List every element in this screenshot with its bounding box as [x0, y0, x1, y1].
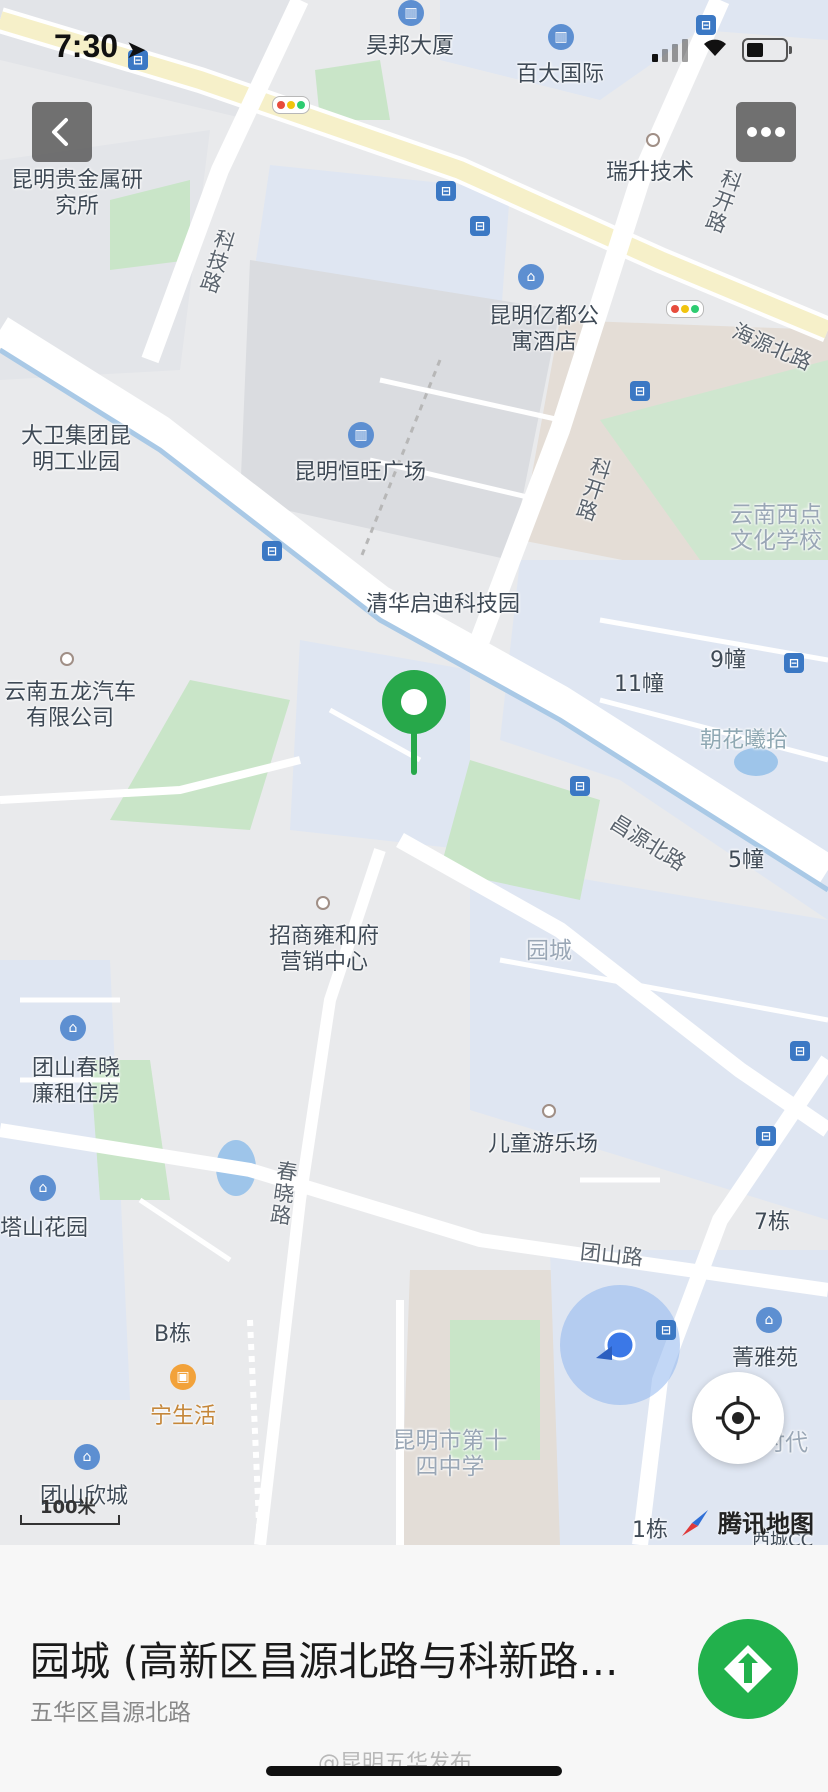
map-scale: 100米 — [20, 1493, 120, 1527]
chevron-left-icon — [52, 118, 68, 146]
building-icon: ▥ — [348, 422, 374, 448]
more-dots-icon — [747, 127, 785, 137]
route-icon — [724, 1645, 772, 1693]
residence-icon: ⌂ — [60, 1015, 86, 1041]
traffic-light-icon — [666, 300, 704, 318]
map-label[interactable]: B栋 — [154, 1322, 191, 1348]
hotel-icon: ⌂ — [518, 264, 544, 290]
map-label[interactable]: 塔山花园 — [0, 1216, 88, 1242]
map-label[interactable]: 云南西点文化学校 — [724, 502, 828, 554]
bus-stop-icon: ⊟ — [262, 541, 282, 561]
residence-icon: ⌂ — [30, 1175, 56, 1201]
map-label[interactable]: 大卫集团昆明工业园 — [16, 424, 136, 476]
map-label[interactable]: 9幢 — [710, 648, 746, 674]
location-arrow-icon: ➤ — [126, 37, 146, 62]
brand-label: 腾讯地图 — [718, 1510, 814, 1538]
bus-stop-icon: ⊟ — [470, 216, 490, 236]
bus-stop-icon: ⊟ — [630, 381, 650, 401]
map-label[interactable]: 瑞升技术 — [606, 160, 694, 186]
poi-dot — [60, 652, 74, 666]
back-button[interactable] — [32, 102, 92, 162]
map-label[interactable]: 昆明恒旺广场 — [294, 460, 426, 486]
place-title: 园城 (高新区昌源北路与科新路… — [30, 1639, 619, 1685]
bus-stop-icon: ⊟ — [790, 1041, 810, 1061]
bus-stop-icon: ⊟ — [656, 1320, 676, 1340]
navigate-button[interactable] — [698, 1619, 798, 1719]
status-bar: 7:30 ➤ — [0, 0, 828, 100]
bus-stop-icon: ⊟ — [756, 1126, 776, 1146]
map-label[interactable]: 园城 — [526, 938, 572, 964]
map-label[interactable]: 7栋 — [754, 1210, 790, 1236]
map-label[interactable]: 昆明亿都公寓酒店 — [484, 304, 604, 356]
map-label[interactable]: 儿童游乐场 — [488, 1132, 598, 1158]
place-info-panel: 园城 (高新区昌源北路与科新路… 五华区昌源北路 @昆明五华发布 — [0, 1545, 828, 1792]
map-label[interactable]: 1栋 — [632, 1518, 668, 1544]
map-label[interactable]: 昆明贵金属研究所 — [6, 168, 148, 220]
residence-icon: ⌂ — [74, 1444, 100, 1470]
map-label[interactable]: 菁雅苑 — [732, 1346, 798, 1372]
map-label[interactable]: 清华启迪科技园 — [366, 592, 520, 618]
crosshair-icon — [716, 1396, 760, 1440]
bus-stop-icon: ⊟ — [570, 776, 590, 796]
bus-stop-icon: ⊟ — [436, 181, 456, 201]
map-label[interactable]: 宁生活 — [150, 1404, 216, 1430]
map-label[interactable]: 5幢 — [728, 848, 764, 874]
poi-dot — [542, 1104, 556, 1118]
residence-icon: ⌂ — [756, 1307, 782, 1333]
map-view[interactable]: ▥ ▥ ▥ ⌂ ⌂ ⌂ ⌂ ⌂ ▣ ⊟ ⊟ ⊟ ⊟ ⊟ ⊟ ⊟ ⊟ ⊟ ⊟ ⊟ … — [0, 0, 828, 1545]
more-button[interactable] — [736, 102, 796, 162]
map-label[interactable]: 云南五龙汽车有限公司 — [0, 680, 140, 732]
battery-icon — [742, 38, 792, 62]
cellular-signal-icon — [652, 38, 692, 62]
map-label[interactable]: 招商雍和府营销中心 — [262, 924, 386, 976]
map-label[interactable]: 11幢 — [614, 672, 664, 698]
map-label[interactable]: 朝花曦拾 — [700, 728, 788, 754]
wifi-icon — [700, 34, 730, 64]
time-text: 7:30 — [54, 28, 119, 64]
poi-dot — [316, 896, 330, 910]
locate-button[interactable] — [692, 1372, 784, 1464]
scale-bar — [20, 1515, 120, 1525]
bus-stop-icon: ⊟ — [784, 653, 804, 673]
poi-dot — [646, 133, 660, 147]
map-canvas[interactable] — [0, 0, 828, 1545]
compass-icon — [682, 1510, 708, 1536]
map-label[interactable]: 团山春晓廉租住房 — [24, 1056, 128, 1108]
map-label[interactable]: 昆明市第十四中学 — [392, 1428, 508, 1480]
shop-icon: ▣ — [170, 1364, 196, 1390]
place-address: 五华区昌源北路 — [30, 1700, 191, 1726]
home-indicator[interactable] — [266, 1766, 562, 1776]
status-time: 7:30 ➤ — [54, 28, 145, 65]
